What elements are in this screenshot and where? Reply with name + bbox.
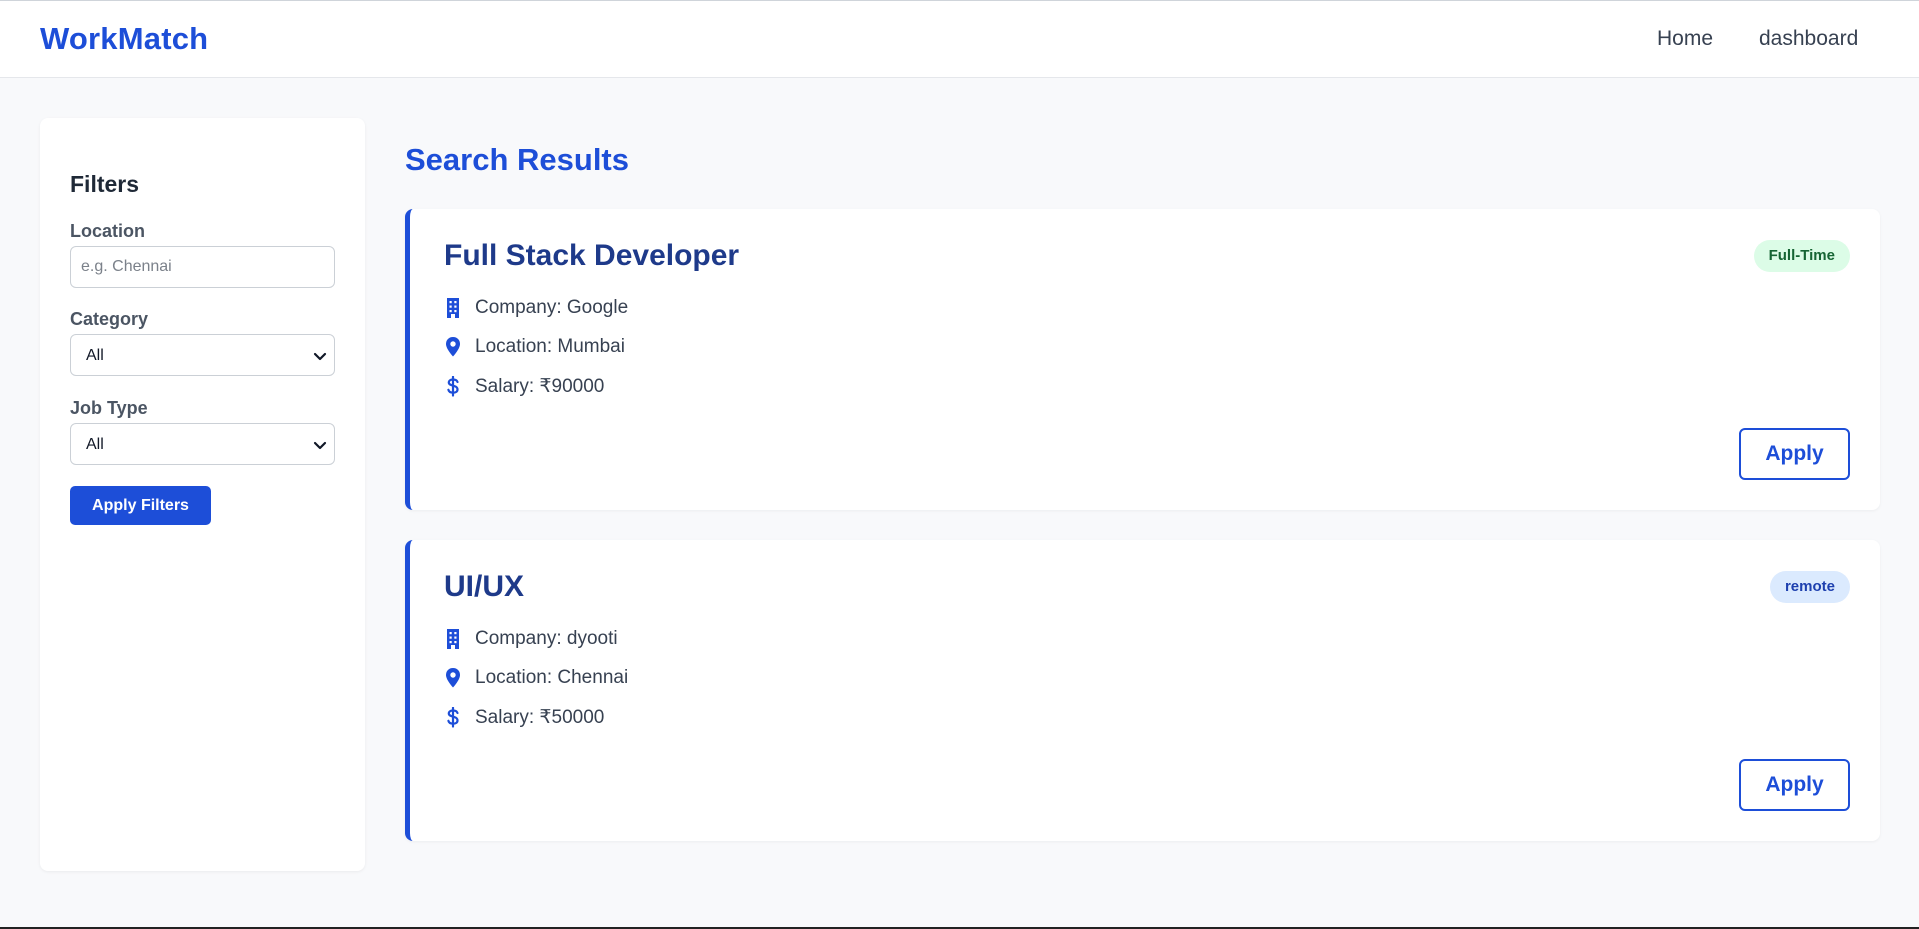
apply-button[interactable]: Apply: [1739, 428, 1850, 480]
category-select[interactable]: All: [70, 334, 335, 376]
job-company-text: Company: Google: [475, 297, 629, 318]
job-title: UI/UX: [444, 570, 525, 603]
category-label: Category: [70, 309, 149, 329]
job-salary-text: Salary: ₹90000: [475, 376, 605, 397]
job-title: Full Stack Developer: [444, 239, 740, 272]
job-card: Full Stack Developer Full-Time Company: …: [405, 209, 1880, 510]
job-salary: Salary: ₹50000: [444, 706, 604, 729]
nav-link-home[interactable]: Home: [1657, 27, 1713, 51]
job-type-select-value: All: [86, 436, 104, 453]
apply-filters-button[interactable]: Apply Filters: [70, 486, 211, 525]
job-location: Location: Chennai: [444, 667, 628, 689]
filters-title: Filters: [70, 171, 140, 197]
job-salary-text: Salary: ₹50000: [475, 707, 605, 728]
apply-button[interactable]: Apply: [1739, 759, 1850, 811]
dollar-icon: [447, 706, 459, 728]
job-location-text: Location: Mumbai: [475, 336, 625, 357]
location-input[interactable]: [70, 246, 335, 288]
navbar: WorkMatch Home dashboard: [0, 1, 1919, 78]
filters-panel: Filters Location Category All Job Type A…: [40, 118, 365, 871]
brand-logo[interactable]: WorkMatch: [40, 21, 208, 57]
job-type-select[interactable]: All: [70, 423, 335, 465]
job-location-text: Location: Chennai: [475, 667, 629, 688]
results-title: Search Results: [405, 142, 629, 177]
job-type-badge: Full-Time: [1753, 240, 1850, 272]
job-company: Company: Google: [444, 297, 628, 319]
job-location: Location: Mumbai: [444, 336, 625, 358]
job-type-badge: remote: [1769, 571, 1850, 603]
nav-link-dashboard[interactable]: dashboard: [1759, 27, 1858, 51]
chevron-down-icon: [313, 352, 327, 361]
location-label: Location: [70, 221, 145, 241]
job-card: UI/UX remote Company: dyooti Location: C…: [405, 540, 1880, 841]
job-company: Company: dyooti: [444, 628, 618, 650]
job-salary: Salary: ₹90000: [444, 375, 604, 398]
map-pin-icon: [446, 337, 460, 357]
building-icon: [447, 629, 459, 649]
job-company-text: Company: dyooti: [475, 628, 618, 649]
map-pin-icon: [446, 668, 460, 688]
dollar-icon: [447, 375, 459, 397]
category-select-value: All: [86, 347, 104, 364]
chevron-down-icon: [313, 441, 327, 450]
building-icon: [447, 298, 459, 318]
job-type-label: Job Type: [70, 398, 148, 418]
